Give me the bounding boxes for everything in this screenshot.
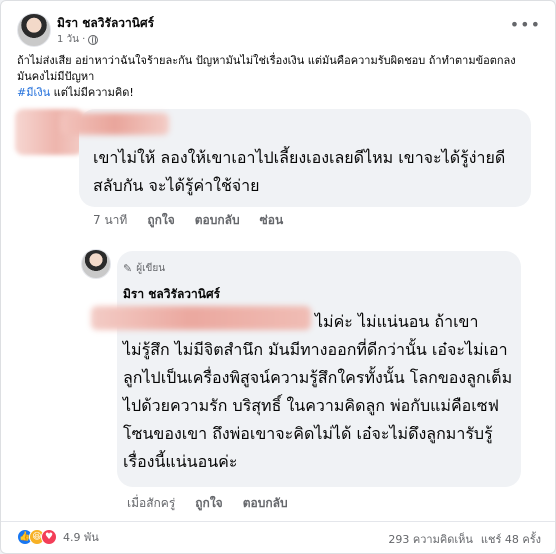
reply-reply-button[interactable]: ตอบกลับ [243,494,288,513]
post-text-rest: แต่ไม่มีความคิด! [50,86,134,99]
more-options-icon[interactable]: ••• [510,15,541,34]
reply-author-avatar[interactable] [81,249,111,279]
post-time[interactable]: 1 วัน · [57,32,85,47]
comment-like-button[interactable]: ถูกใจ [147,211,174,230]
reply-author-name[interactable]: มิรา ชลวิรัลวานิศร์ [123,285,220,304]
post-text-line: ถ้าไม่ส่งเสีย อย่าหาว่าฉันใจร้ายละกัน ปั… [17,54,516,67]
reaction-summary[interactable]: 👍 😆 ♥ 4.9 พัน [17,528,99,546]
post-text: ถ้าไม่ส่งเสีย อย่าหาว่าฉันใจร้ายละกัน ปั… [17,53,541,101]
pencil-icon: ✎ [123,262,133,275]
comment-actions: 7 นาที ถูกใจ ตอบกลับ ซ่อน [93,211,283,230]
comment-text: เขาไม่ให้ ลองให้เขาเอาไปเลี้ยงเองเลยดีไห… [93,148,506,195]
love-icon: ♥ [41,529,57,545]
post-meta: 1 วัน · [57,32,99,47]
share-count[interactable]: แชร์ 48 ครั้ง [481,530,541,548]
divider [1,521,555,522]
comment-time[interactable]: 7 นาที [93,211,127,230]
author-avatar[interactable] [17,13,51,47]
engagement-stats: 293 ความคิดเห็น แชร์ 48 ครั้ง [388,530,541,548]
reply-text-body: ไม่รู้สึก ไม่มีจิตสำนึก มันมีทางออกที่ดี… [123,340,513,471]
reply-text-first-line: ไม่ค่ะ ไม่แน่นอน ถ้าเขา [315,312,479,331]
comment-hide-button[interactable]: ซ่อน [260,211,284,230]
redacted-commenter-name [61,113,169,135]
reply-actions: เมื่อสักครู่ ถูกใจ ตอบกลับ [127,494,288,513]
reply-time[interactable]: เมื่อสักครู่ [127,494,175,513]
post-text-line: มันคงไม่มีปัญหา [17,70,95,83]
author-name[interactable]: มิรา ชลวิรัลวานิศร์ [57,14,154,33]
globe-icon [88,34,99,45]
hashtag-link[interactable]: #มีเงิน [17,86,50,99]
author-badge-label: ผู้เขียน [136,263,166,274]
author-badge: ✎ ผู้เขียน [123,261,165,276]
post-text-line: #มีเงิน แต่ไม่มีความคิด! [17,85,541,101]
reply-like-button[interactable]: ถูกใจ [195,494,222,513]
comment-count[interactable]: 293 ความคิดเห็น [388,530,473,548]
reply-text: ไม่ค่ะ ไม่แน่นอน ถ้าเขา ไม่รู้สึก ไม่มีจ… [123,308,517,476]
comment-reply-button[interactable]: ตอบกลับ [195,211,240,230]
post-card: มิรา ชลวิรัลวานิศร์ 1 วัน · ••• ถ้าไม่ส่… [0,0,556,554]
reaction-count[interactable]: 4.9 พัน [63,528,99,546]
